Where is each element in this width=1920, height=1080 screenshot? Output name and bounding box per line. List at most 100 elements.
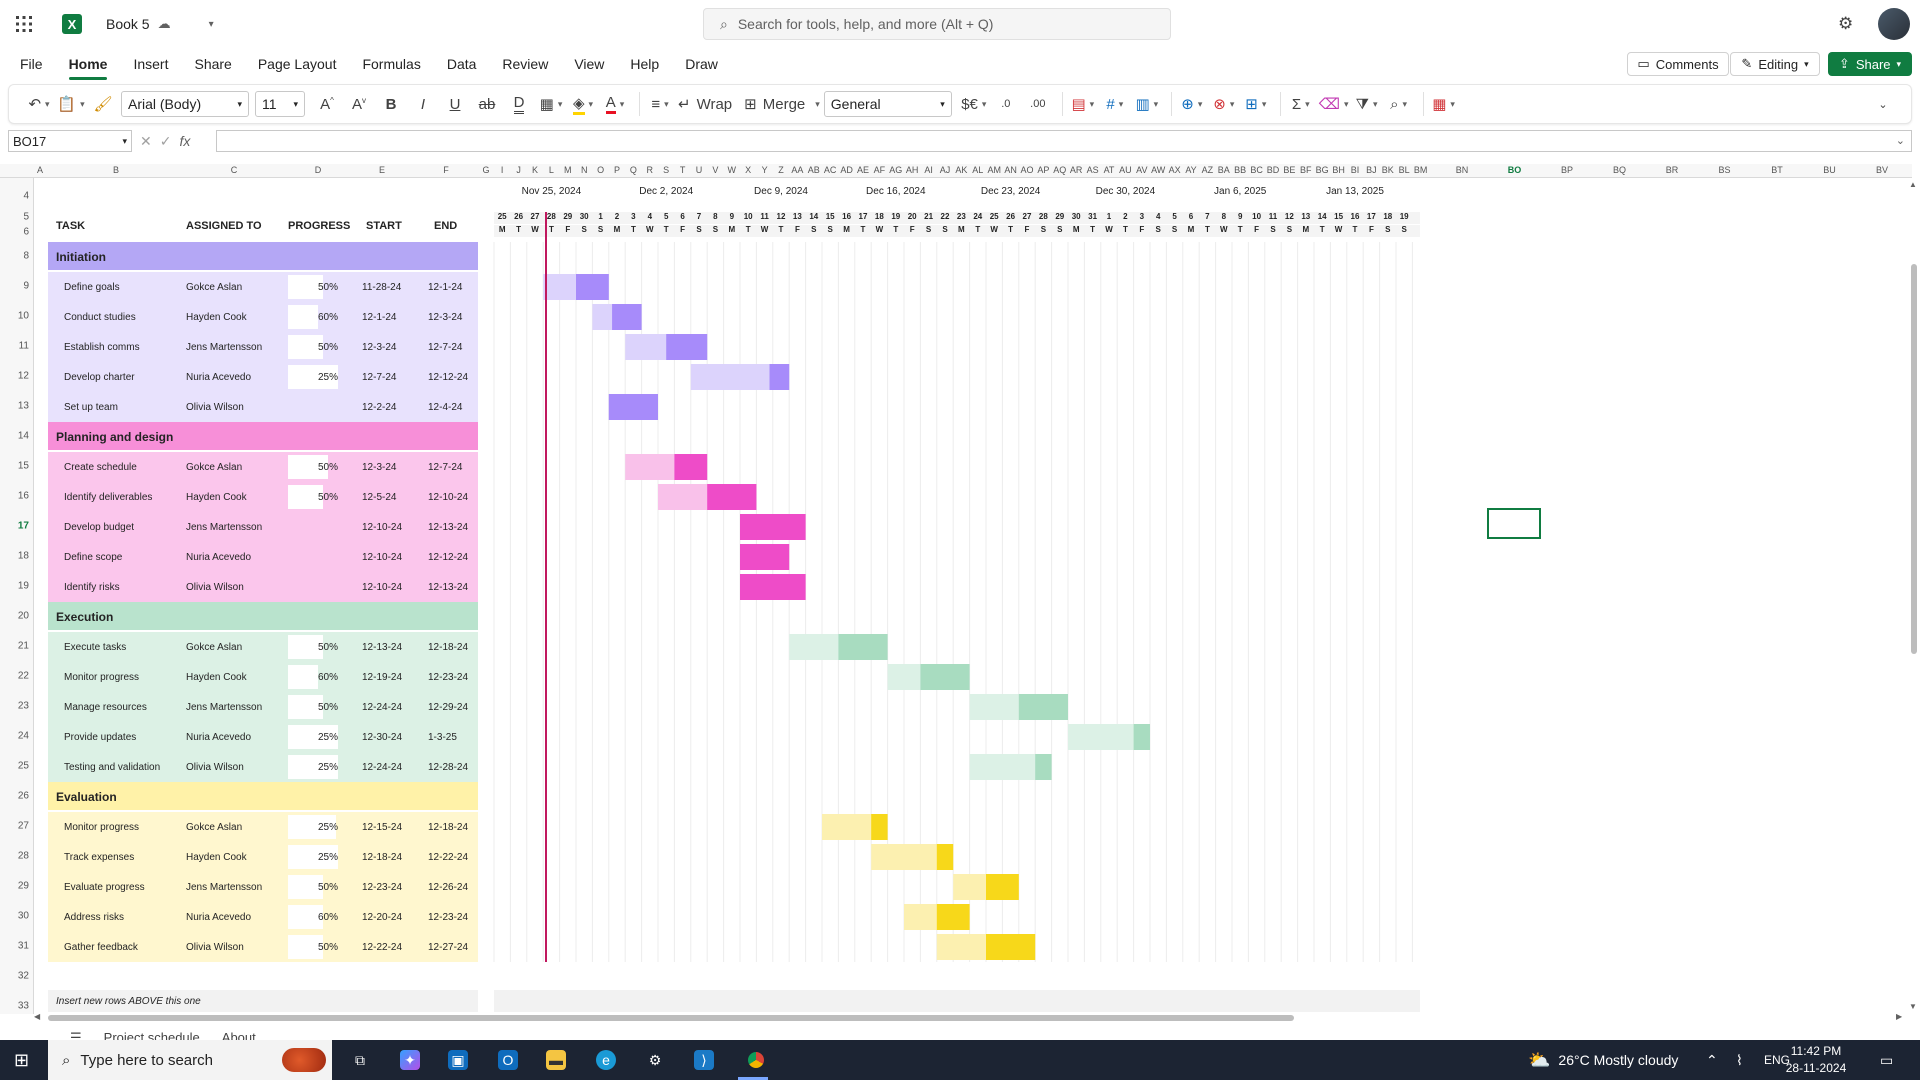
column-header[interactable]: BG <box>1316 165 1329 175</box>
column-header[interactable]: BJ <box>1366 165 1377 175</box>
taskbar-clock[interactable]: 11:42 PM 28-11-2024 <box>1768 1043 1864 1077</box>
column-header[interactable]: AI <box>924 165 933 175</box>
column-header[interactable]: AA <box>791 165 803 175</box>
strikethrough-button[interactable]: ab <box>473 90 501 118</box>
column-header[interactable]: AP <box>1037 165 1049 175</box>
conditional-format-button[interactable]: ▤ ▾ <box>1069 90 1097 118</box>
column-header[interactable]: AQ <box>1053 165 1066 175</box>
task-row[interactable]: Identify risks Olivia Wilson 12-10-24 12-13… <box>48 572 478 602</box>
column-header[interactable]: L <box>549 165 554 175</box>
number-format-select[interactable]: General ▾ <box>823 91 952 117</box>
task-row[interactable]: Evaluate progress Jens Martensson 12-23-24… <box>48 872 478 902</box>
task-row[interactable]: Set up team Olivia Wilson 12-2-24 12-4-24 <box>48 392 478 422</box>
task-row[interactable]: Define goals Gokce Aslan 11-28-24 12-1-24 50… <box>48 272 478 302</box>
font-color-button[interactable]: A ▾ <box>601 90 629 118</box>
edge-icon[interactable]: e <box>596 1050 616 1070</box>
task-row[interactable]: Conduct studies Hayden Cook 12-1-24 12-3-24… <box>48 302 478 332</box>
task-row[interactable]: Gather feedback Olivia Wilson 12-22-24 12-2… <box>48 932 478 962</box>
column-header[interactable]: BD <box>1267 165 1280 175</box>
row-header[interactable]: 30 <box>18 911 29 922</box>
column-header[interactable]: AF <box>874 165 886 175</box>
clear-button[interactable]: ⌫ ▾ <box>1319 90 1349 118</box>
row-header[interactable]: 29 <box>18 881 29 892</box>
column-header[interactable]: I <box>501 165 504 175</box>
weather-widget[interactable]: ⛅ 26°C Mostly cloudy <box>1528 1040 1678 1080</box>
task-row[interactable]: Monitor progress Hayden Cook 12-19-24 12-23… <box>48 662 478 692</box>
column-header[interactable]: P <box>614 165 620 175</box>
column-header[interactable]: AL <box>972 165 983 175</box>
column-header[interactable]: BL <box>1399 165 1410 175</box>
format-table-button[interactable]: # ▾ <box>1101 90 1129 118</box>
column-header[interactable]: V <box>712 165 718 175</box>
column-header[interactable]: AT <box>1104 165 1115 175</box>
task-row[interactable]: Monitor progress Gokce Aslan 12-15-24 12-18… <box>48 812 478 842</box>
wrap-text-button[interactable]: ↵ Wrap <box>678 90 732 118</box>
row-header[interactable]: 13 <box>18 401 29 412</box>
task-row[interactable]: Define scope Nuria Acevedo 12-10-24 12-12-2… <box>48 542 478 572</box>
column-header[interactable]: AK <box>955 165 967 175</box>
share-button[interactable]: ⇪ Share ▾ <box>1828 52 1912 76</box>
row-header[interactable]: 19 <box>18 581 29 592</box>
delete-cells-button[interactable]: ⊗ ▾ <box>1210 90 1238 118</box>
task-row[interactable]: Provide updates Nuria Acevedo 12-30-24 1-3-… <box>48 722 478 752</box>
vertical-scrollbar[interactable] <box>1911 264 1917 654</box>
task-row[interactable]: Track expenses Hayden Cook 12-18-24 12-22-2… <box>48 842 478 872</box>
column-header[interactable]: BH <box>1332 165 1345 175</box>
column-header[interactable]: AB <box>808 165 820 175</box>
scroll-right-icon[interactable]: ▶ <box>1896 1012 1902 1021</box>
menu-tab-page-layout[interactable]: Page Layout <box>258 56 337 72</box>
windows-start-icon[interactable]: ⊞ <box>14 1050 29 1071</box>
row-header[interactable]: 25 <box>18 761 29 772</box>
column-header[interactable]: M <box>564 165 572 175</box>
notifications-icon[interactable]: ▭ <box>1880 1040 1893 1080</box>
double-underline-button[interactable]: D <box>505 90 533 118</box>
borders-button[interactable]: ▦ ▾ <box>537 90 565 118</box>
column-header[interactable]: U <box>696 165 703 175</box>
menu-tab-draw[interactable]: Draw <box>685 56 718 72</box>
column-header[interactable]: AJ <box>940 165 951 175</box>
column-header[interactable]: AS <box>1087 165 1099 175</box>
row-header[interactable]: 15 <box>18 461 29 472</box>
column-header[interactable]: AM <box>987 165 1001 175</box>
scroll-left-icon[interactable]: ◀ <box>34 1012 40 1021</box>
column-header[interactable]: E <box>379 165 385 175</box>
format-cells-button[interactable]: ⊞ ▾ <box>1242 90 1270 118</box>
outlook-icon[interactable]: O <box>498 1050 518 1070</box>
avatar[interactable] <box>1878 8 1910 40</box>
merge-button[interactable]: ⊞ Merge ▾ <box>744 90 820 118</box>
row-header[interactable]: 17 <box>18 521 29 532</box>
add-ins-button[interactable]: ▦ ▾ <box>1430 90 1458 118</box>
column-header[interactable]: N <box>581 165 588 175</box>
row-header[interactable]: 8 <box>23 251 29 262</box>
settings-gear-icon[interactable]: ⚙ <box>1838 14 1853 34</box>
column-header[interactable]: R <box>647 165 654 175</box>
align-button[interactable]: ≡ ▾ <box>646 90 674 118</box>
row-header[interactable]: 33 <box>18 1001 29 1012</box>
column-header[interactable]: BQ <box>1613 165 1626 175</box>
taskbar-search-input[interactable]: ⌕ Type here to search <box>48 1040 332 1080</box>
column-header[interactable]: BK <box>1382 165 1394 175</box>
column-header[interactable]: Q <box>630 165 637 175</box>
row-header[interactable]: 9 <box>23 281 29 292</box>
column-header[interactable]: AG <box>889 165 902 175</box>
task-row[interactable]: Establish comms Jens Martensson 12-3-24 12-… <box>48 332 478 362</box>
network-icon[interactable]: ⌇ <box>1736 1040 1743 1080</box>
menu-tab-data[interactable]: Data <box>447 56 477 72</box>
format-painter-button[interactable]: 🖌 <box>89 90 117 118</box>
column-header[interactable]: BF <box>1300 165 1312 175</box>
column-header[interactable]: BB <box>1234 165 1246 175</box>
autosum-button[interactable]: Σ ▾ <box>1287 90 1315 118</box>
task-row[interactable]: Create schedule Gokce Aslan 12-3-24 12-7-24… <box>48 452 478 482</box>
file-explorer-icon[interactable]: ▬ <box>546 1050 566 1070</box>
bold-button[interactable]: B <box>377 90 405 118</box>
column-header[interactable]: AW <box>1151 165 1165 175</box>
row-header[interactable]: 6 <box>23 227 29 238</box>
menu-tab-view[interactable]: View <box>574 56 604 72</box>
row-header[interactable]: 11 <box>19 341 29 352</box>
menu-tab-file[interactable]: File <box>20 56 43 72</box>
search-input[interactable]: ⌕ Search for tools, help, and more (Alt … <box>703 8 1171 40</box>
vscode-icon[interactable]: ⟩ <box>694 1050 714 1070</box>
column-header[interactable]: S <box>663 165 669 175</box>
row-header[interactable]: 26 <box>18 791 29 802</box>
decrease-decimal-button[interactable]: .00 <box>1024 90 1052 118</box>
